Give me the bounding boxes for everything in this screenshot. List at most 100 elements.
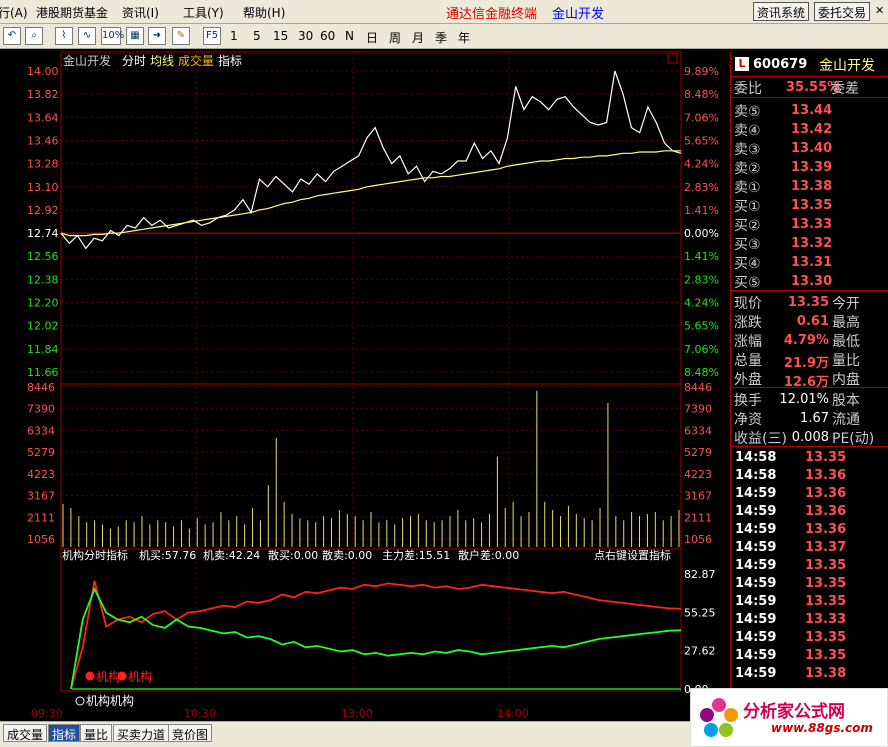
price-tick-label: 11.84 bbox=[27, 343, 59, 356]
tick-row: 14:59 13.36 bbox=[735, 504, 885, 522]
percent-button[interactable]: 10% bbox=[101, 27, 124, 45]
x-tick-1300: 13:00 bbox=[341, 707, 373, 720]
stat-value: 4.79% bbox=[783, 333, 829, 348]
app-title: 通达信金融终端 bbox=[446, 7, 538, 22]
period-60min[interactable]: 60 bbox=[320, 29, 335, 43]
volume-tick-label-right: 4223 bbox=[684, 468, 712, 481]
tick-row: 14:59 13.35 bbox=[735, 558, 885, 576]
sell-level-label: 卖③ bbox=[734, 142, 761, 158]
period-1min[interactable]: 1 bbox=[230, 29, 238, 43]
price-tick-label: 12.20 bbox=[27, 297, 59, 310]
pct-tick-label: 4.24% bbox=[684, 158, 719, 171]
x-tick-1400: 14:00 bbox=[497, 707, 529, 720]
stock-title: 金山开发 bbox=[552, 7, 605, 22]
price-tick-label: 11.66 bbox=[27, 366, 59, 379]
period-15min[interactable]: 15 bbox=[273, 29, 288, 43]
period-day[interactable]: 日 bbox=[366, 29, 378, 46]
stat-label-right: 最高 bbox=[832, 315, 860, 331]
stat-label: 现价 bbox=[734, 296, 762, 312]
pct-tick-label: 2.83% bbox=[684, 273, 719, 286]
pen-icon[interactable]: ✎ bbox=[172, 27, 190, 45]
tab-buysell-force[interactable]: 买卖力道 bbox=[113, 724, 170, 742]
legend-label-1: 机构 bbox=[96, 669, 120, 684]
tab-volume-ratio[interactable]: 量比 bbox=[80, 724, 113, 742]
period-5min[interactable]: 5 bbox=[253, 29, 261, 43]
tab-indicator[interactable]: 指标 bbox=[48, 724, 81, 742]
stock-code: 600679 bbox=[753, 57, 808, 72]
volume-tick-label: 2111 bbox=[27, 511, 55, 524]
tick-price: 13.35 bbox=[805, 558, 847, 573]
volume-tick-label: 8446 bbox=[27, 381, 55, 394]
tick-price: 13.35 bbox=[805, 450, 847, 465]
price-tick-label: 12.74 bbox=[27, 227, 59, 240]
indicator-setting-hint[interactable]: 点右键设置指标 bbox=[594, 548, 671, 562]
period-30min[interactable]: 30 bbox=[298, 29, 313, 43]
tick-price: 13.35 bbox=[805, 648, 847, 663]
volume-tick-label: 6334 bbox=[27, 424, 55, 437]
period-month[interactable]: 月 bbox=[412, 29, 424, 46]
volume-tick-label: 7390 bbox=[27, 403, 55, 416]
kline-icon[interactable]: ⌇ bbox=[55, 27, 73, 45]
stock-header: L 600679 金山开发 bbox=[731, 55, 888, 75]
stat2-value: 1.67 bbox=[800, 411, 829, 426]
back-icon[interactable]: ↶ bbox=[3, 27, 21, 45]
stat2-label: 换手 bbox=[734, 393, 762, 409]
maximize-icon[interactable] bbox=[667, 53, 678, 64]
tick-time: 14:59 bbox=[735, 504, 777, 519]
tick-price: 13.35 bbox=[805, 594, 847, 609]
buy-level-label: 买② bbox=[734, 218, 761, 234]
menu-tools[interactable]: 工具(Y) bbox=[183, 4, 224, 21]
buy-level-label: 买⑤ bbox=[734, 275, 761, 291]
export-icon[interactable]: ➜ bbox=[148, 27, 166, 45]
indicator-jimai: 机买:57.76 bbox=[139, 548, 196, 562]
f5-button[interactable]: F5 bbox=[203, 27, 221, 45]
stat-label-right: 量比 bbox=[832, 353, 860, 369]
period-n[interactable]: N bbox=[345, 29, 354, 43]
volume-tick-label: 4223 bbox=[27, 468, 55, 481]
menu-help[interactable]: 帮助(H) bbox=[243, 4, 285, 21]
info-system-button[interactable]: 资讯系统 bbox=[753, 2, 810, 21]
tick-time: 14:59 bbox=[735, 486, 777, 501]
stock-name: 金山开发 bbox=[819, 58, 875, 74]
period-week[interactable]: 周 bbox=[389, 29, 401, 46]
tick-price: 13.36 bbox=[805, 486, 847, 501]
pct-tick-label: 0.00% bbox=[684, 227, 719, 240]
pct-tick-label: 7.06% bbox=[684, 343, 719, 356]
grid-icon[interactable]: ▦ bbox=[126, 27, 144, 45]
sell-level-label: 卖② bbox=[734, 161, 761, 177]
tick-row: 14:59 13.36 bbox=[735, 522, 885, 540]
close-icon[interactable]: ✕ bbox=[875, 4, 884, 17]
menu-hk-futures[interactable]: 港股期货基金 bbox=[36, 4, 108, 21]
intraday-chart[interactable]: 14.00 9.89% 13.82 8.48% 13.64 7.06% 13.46 5.65%… bbox=[0, 49, 730, 721]
sell-level-price: 13.40 bbox=[791, 141, 833, 156]
stat-label: 外盘 bbox=[734, 372, 762, 388]
menu-row[interactable]: 行(A) bbox=[0, 4, 28, 21]
tick-row: 14:59 13.36 bbox=[735, 486, 885, 504]
zoom-icon[interactable]: ⌕ bbox=[25, 27, 43, 45]
trade-button[interactable]: 委托交易 bbox=[814, 2, 871, 21]
buy-level-label: 买③ bbox=[734, 237, 761, 253]
stat2-value: 0.008 bbox=[791, 430, 829, 445]
sell-level-label: 卖④ bbox=[734, 123, 761, 139]
tick-row: 14:59 13.35 bbox=[735, 576, 885, 594]
chart-icon[interactable]: ∿ bbox=[78, 27, 96, 45]
chart-title: 金山开发 bbox=[63, 53, 111, 68]
volume-tick-label-right: 5279 bbox=[684, 446, 712, 459]
price-tick-label: 13.82 bbox=[27, 88, 59, 101]
period-year[interactable]: 年 bbox=[458, 29, 470, 46]
tick-row: 14:59 13.35 bbox=[735, 630, 885, 648]
stat-label-right: 最低 bbox=[832, 334, 860, 350]
volume-tick-label-right: 6334 bbox=[684, 424, 712, 437]
volume-tick-label: 5279 bbox=[27, 446, 55, 459]
x-tick-1030: 10:30 bbox=[184, 707, 216, 720]
price-tick-label: 12.56 bbox=[27, 250, 59, 263]
period-quarter[interactable]: 季 bbox=[435, 29, 447, 46]
legend-junxian: 均线 bbox=[150, 54, 174, 68]
volume-tick-label-right: 1056 bbox=[684, 533, 712, 546]
legend-fenshi: 分时 bbox=[122, 54, 146, 68]
tab-volume[interactable]: 成交量 bbox=[3, 724, 48, 742]
indicator-tick-label: 55.25 bbox=[684, 606, 716, 619]
tab-auction[interactable]: 竞价图 bbox=[168, 724, 213, 742]
tick-price: 13.36 bbox=[805, 522, 847, 537]
menu-info[interactable]: 资讯(I) bbox=[122, 4, 159, 21]
